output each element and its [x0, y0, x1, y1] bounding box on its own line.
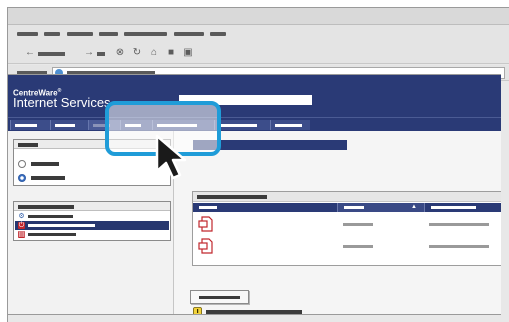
- table-cell: [343, 223, 373, 226]
- tab-support[interactable]: [270, 120, 310, 130]
- tab-bar: [8, 117, 501, 131]
- box-header: [14, 202, 170, 211]
- tab-address-book[interactable]: [152, 120, 214, 130]
- tab-properties[interactable]: [214, 120, 270, 130]
- radio-label: [31, 162, 59, 166]
- header-banner: CentreWare® Internet Services: [8, 75, 501, 117]
- menu-item[interactable]: [17, 32, 38, 36]
- table-cell: [429, 245, 489, 248]
- left-panel: ⚙ ⏻ ▤: [8, 131, 174, 314]
- navigation-toolbar: ← → ⊗ ↻ ⌂ ■ ▣: [8, 44, 509, 64]
- table-cell: [429, 223, 489, 226]
- navigation-tree: ⚙ ⏻ ▤: [13, 201, 171, 241]
- tab-label: [125, 124, 141, 127]
- settings-icon: ⚙: [18, 213, 25, 220]
- refresh-icon[interactable]: ↻: [132, 48, 142, 58]
- tab-label: [219, 124, 257, 127]
- button-label: [199, 296, 240, 299]
- tab-scan[interactable]: [120, 120, 152, 130]
- column-label: [199, 206, 217, 209]
- table-row[interactable]: [193, 235, 501, 257]
- menu-item[interactable]: [124, 32, 167, 36]
- info-note: [193, 306, 313, 314]
- stop-icon[interactable]: ⊗: [115, 48, 125, 58]
- main-content: ▲: [175, 131, 501, 314]
- nav-item[interactable]: ▤: [15, 230, 169, 239]
- nav-item[interactable]: ⚙: [15, 212, 169, 221]
- menu-item[interactable]: [44, 32, 60, 36]
- nav-item-label: [28, 233, 76, 236]
- power-icon: ⏻: [18, 222, 25, 229]
- menu-item[interactable]: [99, 32, 118, 36]
- table-caption: [193, 192, 501, 202]
- folder-icon[interactable]: ■: [166, 48, 176, 58]
- nav-item-selected[interactable]: ⏻: [15, 221, 169, 230]
- radio-button-selected[interactable]: [18, 174, 26, 182]
- menu-item[interactable]: [174, 32, 204, 36]
- display-options-box: [13, 139, 171, 186]
- web-page: CentreWare® Internet Services ⚙ ⏻ ▤ ▲: [7, 74, 501, 315]
- brand-product: Internet Services: [13, 95, 111, 110]
- column-header[interactable]: [425, 203, 501, 212]
- document-icon: [198, 238, 213, 254]
- table-cell: [343, 245, 373, 248]
- tab-status[interactable]: [10, 120, 50, 130]
- column-header-sorted[interactable]: ▲: [337, 203, 425, 212]
- info-icon: [193, 307, 202, 314]
- note-text: [206, 310, 302, 314]
- box-title: [18, 205, 74, 209]
- table-title: [197, 195, 267, 199]
- box-header: [14, 140, 170, 149]
- column-header[interactable]: [193, 203, 337, 212]
- menu-item[interactable]: [210, 32, 226, 36]
- document-icon: [198, 216, 213, 232]
- tab-label: [55, 124, 75, 127]
- table-header: ▲: [193, 203, 501, 212]
- tab-label: [275, 124, 302, 127]
- title-bar: [8, 8, 509, 25]
- printer-icon: ▤: [18, 231, 25, 238]
- table-row[interactable]: [193, 213, 501, 235]
- menu-item[interactable]: [67, 32, 93, 36]
- jobs-table: ▲: [192, 191, 501, 266]
- tab-label: [15, 124, 37, 127]
- column-label: [431, 206, 476, 209]
- forward-arrow-icon[interactable]: →: [84, 48, 94, 58]
- device-name: [179, 95, 312, 105]
- box-title: [18, 143, 38, 147]
- radio-label: [31, 176, 65, 180]
- back-arrow-icon[interactable]: ←: [25, 48, 35, 58]
- tab-print[interactable]: [88, 120, 120, 130]
- home-icon[interactable]: ⌂: [149, 48, 159, 58]
- radio-button[interactable]: [18, 160, 26, 168]
- back-label: [38, 52, 65, 56]
- sort-ascending-icon: ▲: [411, 204, 417, 210]
- nav-item-label: [28, 224, 95, 227]
- forward-label: [97, 52, 105, 56]
- tab-label: [93, 124, 110, 127]
- tab-jobs[interactable]: [50, 120, 88, 130]
- print-icon[interactable]: ▣: [183, 48, 193, 58]
- section-heading: [193, 140, 347, 150]
- nav-item-label: [28, 215, 73, 218]
- menu-bar: [8, 25, 509, 44]
- tab-label: [157, 124, 197, 127]
- action-button[interactable]: [190, 290, 249, 304]
- column-label: [344, 206, 364, 209]
- registered-mark: ®: [57, 88, 62, 94]
